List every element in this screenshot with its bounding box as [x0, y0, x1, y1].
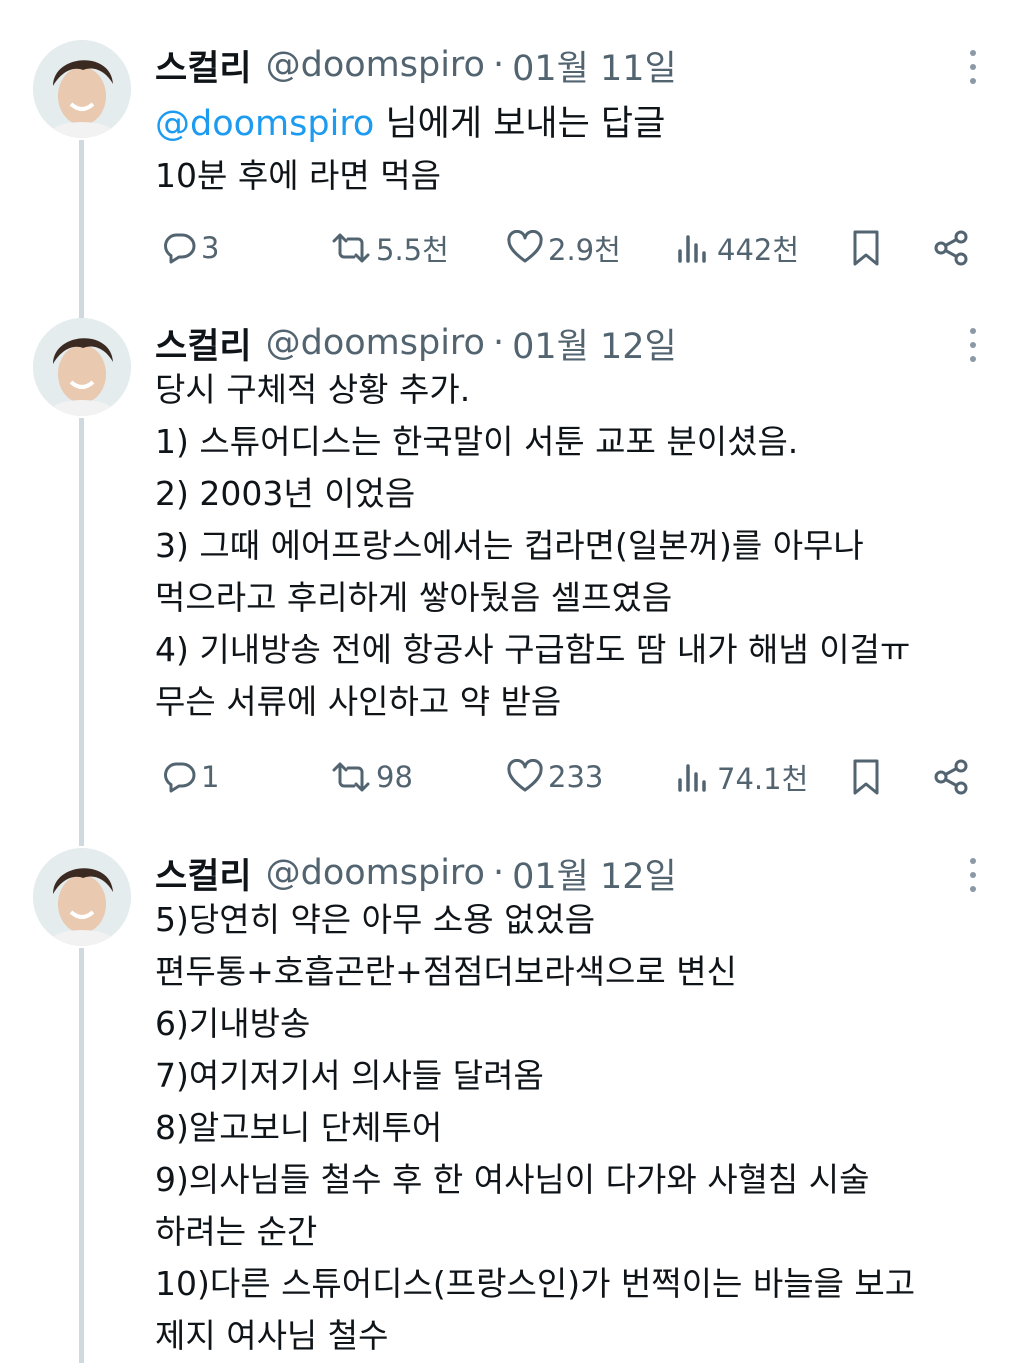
text-line: 당시 구체적 상황 추가. [155, 370, 471, 409]
tweet-date[interactable]: 01월 12일 [512, 848, 677, 899]
avatar-image [33, 318, 131, 416]
reply-button[interactable]: 1 [161, 752, 219, 802]
like-icon [507, 759, 543, 792]
author-handle[interactable]: @doomspiro [266, 323, 485, 363]
repost-count: 5.5천 [376, 233, 449, 267]
avatar[interactable] [33, 318, 131, 416]
views-count: 74.1천 [717, 762, 809, 796]
separator-dot: · [492, 853, 505, 893]
text-line: 1) 스튜어디스는 한국말이 서툰 교포 분이셨음. [155, 422, 799, 461]
text-line: 10분 후에 라면 먹음 [155, 156, 441, 195]
bookmark-button[interactable] [849, 223, 887, 273]
text-line: 9)의사님들 철수 후 한 여사님이 다가와 사혈침 시술 [155, 1160, 870, 1199]
avatar[interactable] [33, 40, 131, 138]
text-line: 8)알고보니 단체투어 [155, 1108, 443, 1147]
text-line: 2) 2003년 이었음 [155, 474, 416, 513]
tweet[interactable]: 스컬리 @doomspiro · 01월 11일 @doomspiro 님에게 … [0, 40, 1024, 300]
reply-count: 1 [201, 760, 220, 794]
like-button[interactable]: 233 [506, 752, 603, 802]
avatar-image [33, 40, 131, 138]
text-line: 10)다른 스튜어디스(프랑스인)가 번쩍이는 바늘을 보고 [155, 1264, 916, 1303]
views-count: 442천 [717, 233, 800, 267]
tweet-text: 당시 구체적 상황 추가. 1) 스튜어디스는 한국말이 서툰 교포 분이셨음.… [155, 364, 910, 728]
views-button[interactable]: 74.1천 [675, 752, 808, 802]
repost-icon [332, 233, 370, 263]
author-name[interactable]: 스컬리 [155, 318, 252, 369]
text-line: 먹으라고 후리하게 쌓아뒀음 셀프였음 [155, 578, 673, 617]
text-line: 제지 여사님 철수 [155, 1316, 389, 1355]
bookmark-button[interactable] [849, 752, 887, 802]
more-icon[interactable] [964, 858, 982, 898]
separator-dot: · [492, 323, 505, 363]
text-line: 편두통+호흡곤란+점점더보라색으로 변신 [155, 952, 737, 991]
tweet-header: 스컬리 @doomspiro · 01월 12일 [155, 318, 677, 368]
author-handle[interactable]: @doomspiro [266, 45, 485, 85]
text-line: 3) 그때 에어프랑스에서는 컵라면(일본꺼)를 아무나 [155, 526, 864, 565]
avatar-image [33, 848, 131, 946]
share-icon [934, 759, 968, 795]
reply-icon [164, 233, 196, 264]
author-name[interactable]: 스컬리 [155, 40, 252, 91]
tweet-text: 10분 후에 라면 먹음 [155, 150, 441, 202]
tweet-header: 스컬리 @doomspiro · 01월 12일 [155, 848, 677, 898]
text-line: 무슨 서류에 사인하고 약 받음 [155, 682, 562, 721]
more-icon[interactable] [964, 328, 982, 368]
tweet-header: 스컬리 @doomspiro · 01월 11일 [155, 40, 677, 90]
reply-button[interactable]: 3 [161, 223, 219, 273]
bookmark-icon [853, 230, 879, 266]
reply-count: 3 [201, 231, 220, 265]
separator-dot: · [492, 45, 505, 85]
share-button[interactable] [931, 223, 975, 273]
tweet-text: 5)당연히 약은 아무 소용 없었음 편두통+호흡곤란+점점더보라색으로 변신 … [155, 894, 915, 1362]
like-count: 233 [548, 760, 604, 794]
reply-to-suffix: 님에게 보내는 답글 [374, 104, 666, 144]
share-button[interactable] [931, 752, 975, 802]
action-bar: 1 98 233 74.1천 [155, 752, 985, 802]
text-line: 4) 기내방송 전에 항공사 구급함도 땀 내가 해냄 이걸ㅠ [155, 630, 911, 669]
text-line: 5)당연히 약은 아무 소용 없었음 [155, 900, 596, 939]
views-button[interactable]: 442천 [675, 223, 799, 273]
author-handle[interactable]: @doomspiro [266, 853, 485, 893]
author-name[interactable]: 스컬리 [155, 848, 252, 899]
repost-count: 98 [376, 760, 413, 794]
views-icon [678, 235, 706, 263]
reply-icon [164, 762, 196, 793]
reply-to-mention[interactable]: @doomspiro [155, 104, 374, 144]
like-button[interactable]: 2.9천 [506, 223, 621, 273]
tweet[interactable]: 스컬리 @doomspiro · 01월 12일 5)당연히 약은 아무 소용 … [0, 848, 1024, 1363]
text-line: 하려는 순간 [155, 1212, 318, 1251]
more-icon[interactable] [964, 50, 982, 90]
avatar[interactable] [33, 848, 131, 946]
text-line: 7)여기저기서 의사들 달려옴 [155, 1056, 544, 1095]
reply-to-line: @doomspiro 님에게 보내는 답글 [155, 95, 665, 146]
like-icon [507, 230, 543, 263]
bookmark-icon [853, 759, 879, 795]
repost-button[interactable]: 5.5천 [330, 223, 449, 273]
repost-button[interactable]: 98 [330, 752, 413, 802]
share-icon [934, 230, 968, 266]
like-count: 2.9천 [548, 233, 621, 267]
views-icon [678, 764, 706, 792]
text-line: 6)기내방송 [155, 1004, 311, 1043]
tweet[interactable]: 스컬리 @doomspiro · 01월 12일 당시 구체적 상황 추가. 1… [0, 318, 1024, 818]
tweet-date[interactable]: 01월 11일 [512, 40, 677, 91]
action-bar: 3 5.5천 2.9천 442천 [155, 223, 985, 273]
tweet-date[interactable]: 01월 12일 [512, 318, 677, 369]
repost-icon [332, 762, 370, 792]
